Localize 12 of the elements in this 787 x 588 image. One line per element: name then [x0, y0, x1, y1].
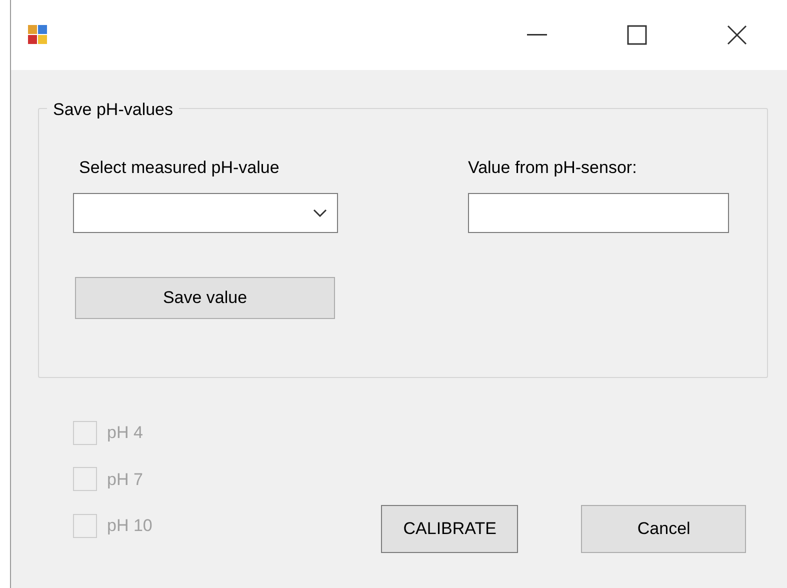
sensor-label: Value from pH-sensor:	[468, 157, 638, 179]
ph-value-dropdown[interactable]	[73, 192, 338, 232]
sensor-value-field[interactable]	[468, 192, 729, 232]
dialog-button[interactable]: Cancel	[581, 504, 746, 552]
chevron-down-icon	[313, 208, 327, 216]
minimize-icon	[527, 34, 547, 36]
maximize-icon	[627, 25, 647, 45]
save-value-button[interactable]: Save value	[75, 276, 335, 318]
select-label: Select measured pH-value	[79, 157, 280, 179]
dialog-button[interactable]: CALIBRATE	[381, 504, 518, 552]
app-icon	[27, 24, 49, 46]
close-icon	[727, 25, 747, 45]
